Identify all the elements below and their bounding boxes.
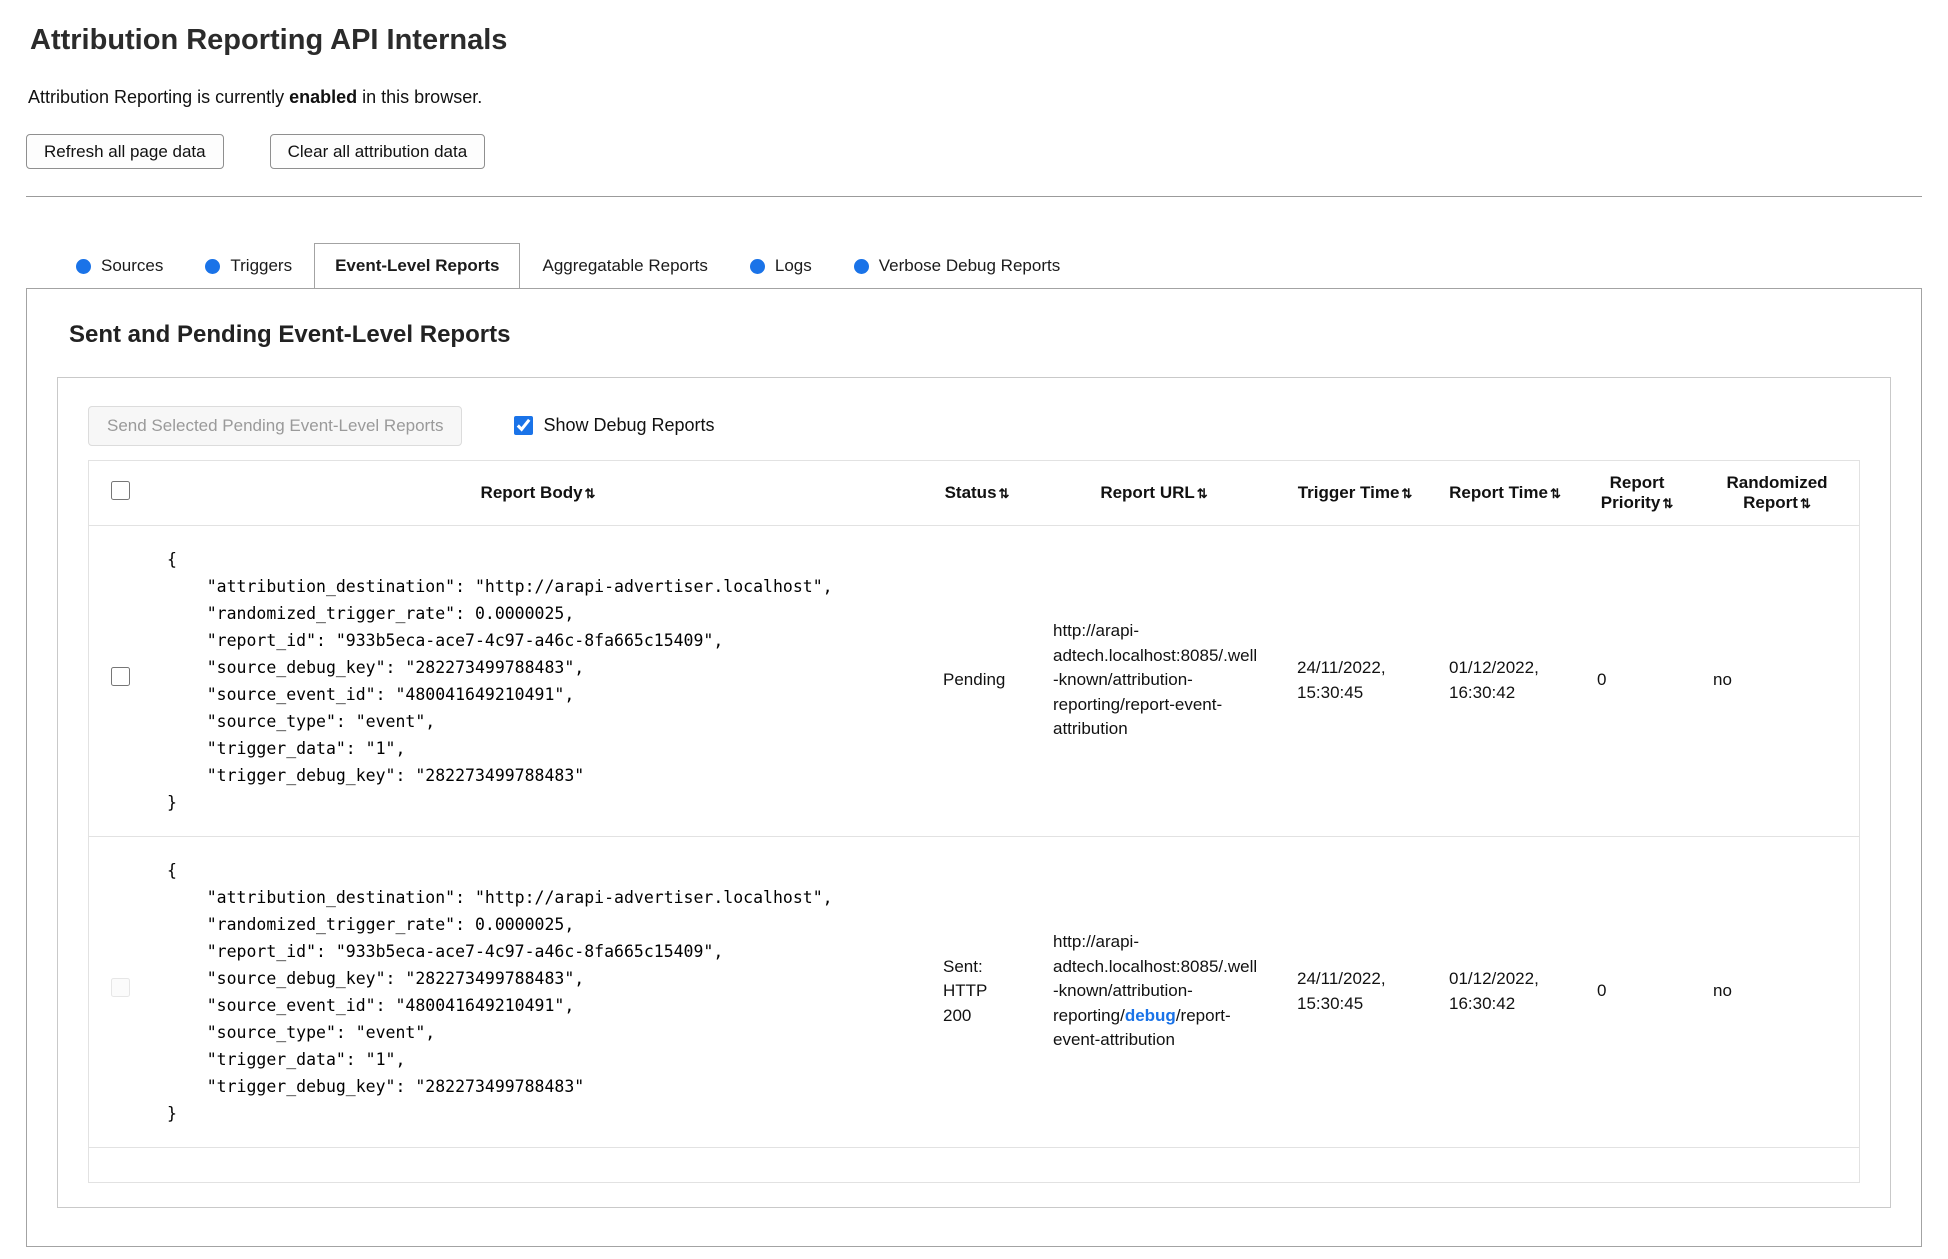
col-header-report-time[interactable]: Report Time ⇅ <box>1431 460 1579 526</box>
col-header-randomized-report[interactable]: Randomized Report ⇅ <box>1695 460 1859 526</box>
panel-toolbar: Send Selected Pending Event-Level Report… <box>88 406 1860 446</box>
sort-icon: ⇅ <box>1401 485 1413 501</box>
report-priority-cell: 0 <box>1579 836 1695 1148</box>
refresh-all-button[interactable]: Refresh all page data <box>26 134 224 170</box>
page-divider <box>26 196 1922 198</box>
show-debug-reports-toggle[interactable]: Show Debug Reports <box>514 415 715 436</box>
trigger-time-cell: 24/11/2022, 15:30:45 <box>1279 836 1431 1148</box>
tab-label: Event-Level Reports <box>335 256 500 276</box>
triggers-status-dot-icon <box>205 258 221 274</box>
status-line: Attribution Reporting is currently enabl… <box>28 87 1922 108</box>
randomized-report-cell: no <box>1695 836 1859 1148</box>
section-heading: Sent and Pending Event-Level Reports <box>69 321 511 349</box>
table-header-row: Report Body ⇅ Status ⇅ Report URL ⇅ Trigger… <box>89 460 1859 526</box>
row-checkbox-cell <box>89 525 151 837</box>
show-debug-reports-checkbox[interactable] <box>514 416 534 436</box>
debug-url-highlight: debug <box>1124 1005 1176 1025</box>
row-checkbox-cell <box>89 836 151 1148</box>
tab-label: Verbose Debug Reports <box>878 256 1061 276</box>
trigger-time-cell: 24/11/2022, 15:30:45 <box>1279 525 1431 837</box>
top-buttons: Refresh all page data Clear all attribut… <box>26 134 1922 170</box>
sources-status-dot-icon <box>76 258 91 274</box>
report-panel: Send Selected Pending Event-Level Report… <box>57 377 1891 1208</box>
report-body-cell: { "attribution_destination": "http://ara… <box>151 525 925 837</box>
tab-aggregatable-reports[interactable]: Aggregatable Reports <box>522 244 727 288</box>
show-debug-reports-label: Show Debug Reports <box>543 415 715 436</box>
status-enabled-text: enabled <box>289 87 358 107</box>
logs-status-dot-icon <box>749 258 765 274</box>
tab-label: Logs <box>774 256 812 276</box>
select-all-header-cell <box>89 460 151 526</box>
report-body-json: { "attribution_destination": "http://ara… <box>167 549 833 812</box>
tab-event-level-reports[interactable]: Event-Level Reports <box>314 243 521 289</box>
tab-sources[interactable]: Sources <box>56 244 183 288</box>
page-title: Attribution Reporting API Internals <box>30 24 508 56</box>
report-url-cell: http://arapi-adtech.localhost:8085/.well… <box>1029 836 1279 1148</box>
tab-logs[interactable]: Logs <box>730 244 832 288</box>
status-prefix: Attribution Reporting is currently <box>28 87 290 107</box>
tab-content-event-level-reports: Sent and Pending Event-Level Reports Sen… <box>26 289 1922 1247</box>
tab-label: Sources <box>101 256 164 276</box>
verbose-debug-status-dot-icon <box>853 258 869 274</box>
status-cell: Sent: HTTP 200 <box>925 836 1029 1148</box>
report-row-sent-debug: { "attribution_destination": "http://ara… <box>89 836 1859 1148</box>
sort-icon: ⇅ <box>1549 485 1561 501</box>
sort-icon: ⇅ <box>584 485 596 501</box>
table-footer <box>89 1148 1859 1182</box>
tab-strip: Sources Triggers Event-Level Reports Agg… <box>26 243 1922 290</box>
event-level-reports-table: Report Body ⇅ Status ⇅ Report URL ⇅ Trigger… <box>88 459 1860 1183</box>
sort-icon: ⇅ <box>1799 495 1811 511</box>
row-select-checkbox-disabled[interactable] <box>110 978 130 998</box>
col-header-report-priority[interactable]: Report Priority ⇅ <box>1579 460 1695 526</box>
attribution-internals-page: Attribution Reporting API Internals Attr… <box>0 0 1948 1259</box>
col-header-report-body[interactable]: Report Body ⇅ <box>151 460 925 526</box>
report-row-pending: { "attribution_destination": "http://ara… <box>89 525 1859 837</box>
tab-panel: Sources Triggers Event-Level Reports Agg… <box>26 243 1922 1247</box>
sort-icon: ⇅ <box>1662 495 1674 511</box>
sort-icon: ⇅ <box>998 485 1010 501</box>
report-url-cell: http://arapi-adtech.localhost:8085/.well… <box>1029 525 1279 837</box>
sort-icon: ⇅ <box>1196 485 1208 501</box>
status-cell: Pending <box>925 525 1029 837</box>
tab-label: Aggregatable Reports <box>542 256 708 276</box>
row-select-checkbox[interactable] <box>110 667 130 687</box>
col-header-status[interactable]: Status ⇅ <box>925 460 1029 526</box>
col-header-report-url[interactable]: Report URL ⇅ <box>1029 460 1279 526</box>
clear-all-button[interactable]: Clear all attribution data <box>269 134 486 170</box>
report-priority-cell: 0 <box>1579 525 1695 837</box>
status-suffix: in this browser. <box>357 87 483 107</box>
report-time-cell: 01/12/2022, 16:30:42 <box>1431 836 1579 1148</box>
tab-label: Triggers <box>230 256 293 276</box>
send-selected-reports-button[interactable]: Send Selected Pending Event-Level Report… <box>88 406 463 446</box>
col-header-trigger-time[interactable]: Trigger Time ⇅ <box>1279 460 1431 526</box>
tab-verbose-debug-reports[interactable]: Verbose Debug Reports <box>834 244 1080 288</box>
report-time-cell: 01/12/2022, 16:30:42 <box>1431 525 1579 837</box>
select-all-checkbox[interactable] <box>110 480 130 500</box>
tab-triggers[interactable]: Triggers <box>185 244 312 288</box>
randomized-report-cell: no <box>1695 525 1859 837</box>
report-body-cell: { "attribution_destination": "http://ara… <box>151 836 925 1148</box>
report-body-json: { "attribution_destination": "http://ara… <box>167 860 833 1123</box>
